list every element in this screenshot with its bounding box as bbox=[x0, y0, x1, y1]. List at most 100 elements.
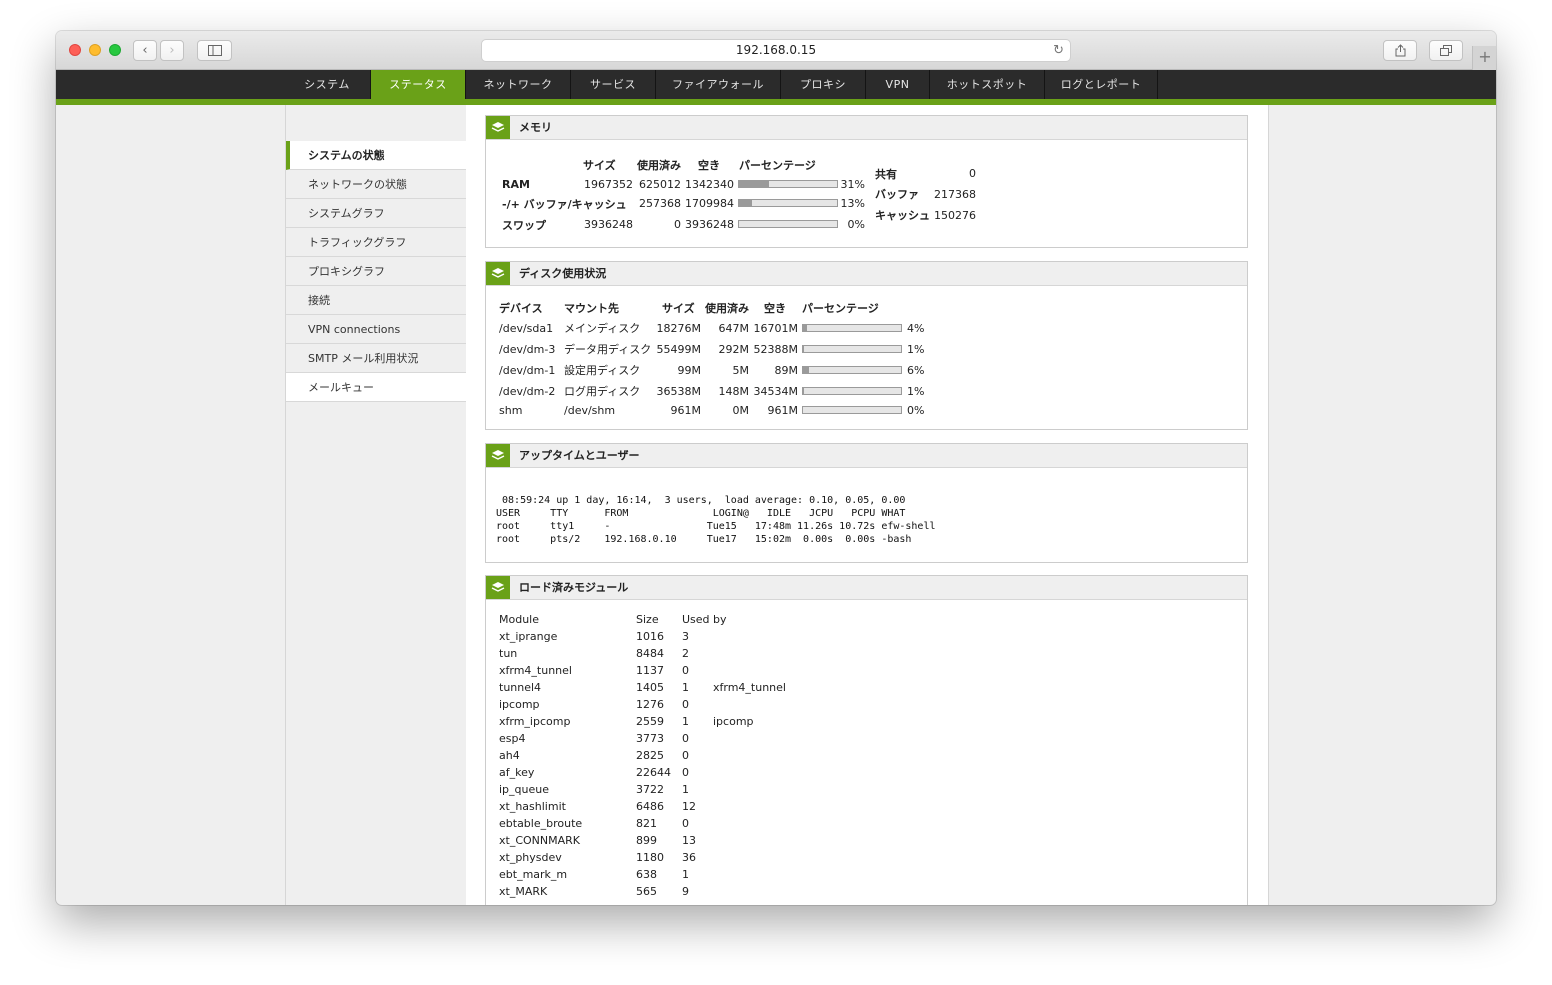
sidebar-item-proxy-graphs[interactable]: プロキシグラフ bbox=[286, 257, 466, 286]
tabs-icon bbox=[1440, 45, 1452, 56]
sidebar-item-vpn-connections[interactable]: VPN connections bbox=[286, 315, 466, 344]
sidebar-item-mail-queue[interactable]: メールキュー bbox=[286, 373, 466, 402]
sidebar-item-system-status[interactable]: システムの状態 bbox=[286, 141, 466, 170]
panel-header: ディスク使用状況 bbox=[486, 262, 1247, 286]
module-use-count: 0 bbox=[682, 817, 689, 830]
module-use-count: 0 bbox=[682, 766, 689, 779]
disk-usage-bar bbox=[802, 406, 902, 414]
module-used-by: ipcomp bbox=[713, 715, 754, 728]
disk-percentage: 6% bbox=[907, 364, 925, 377]
swap-usage-bar bbox=[738, 220, 838, 228]
module-use-count: 12 bbox=[682, 800, 696, 813]
ram-free: 1342340 bbox=[685, 178, 734, 191]
ram-used: 625012 bbox=[639, 178, 681, 191]
disk-free: 34534M bbox=[753, 385, 798, 398]
sidebar-item-network-status[interactable]: ネットワークの状態 bbox=[286, 170, 466, 199]
nav-services[interactable]: サービス bbox=[571, 70, 656, 99]
disk-device: /dev/sda1 bbox=[499, 322, 554, 335]
module-use-count: 1 bbox=[682, 681, 689, 694]
module-size: 1137 bbox=[636, 664, 664, 677]
disk-mount: データ用ディスク bbox=[564, 343, 652, 356]
disk-size: 961M bbox=[670, 404, 702, 417]
module-size: 638 bbox=[636, 868, 657, 881]
col-header-free: 空き bbox=[698, 159, 720, 172]
panel-header: アップタイムとユーザー bbox=[486, 444, 1247, 468]
disk-usage-bar bbox=[802, 366, 902, 374]
tabs-overview-button[interactable] bbox=[1429, 40, 1463, 61]
nav-system[interactable]: システム bbox=[284, 70, 371, 99]
share-button[interactable] bbox=[1383, 40, 1417, 61]
disk-used: 647M bbox=[718, 322, 750, 335]
close-window-button[interactable] bbox=[69, 44, 81, 56]
page-content: システムの状態 ネットワークの状態 システムグラフ トラフィックグラフ プロキシ… bbox=[285, 105, 1269, 905]
ram-percentage: 31% bbox=[840, 178, 865, 191]
disk-size: 99M bbox=[677, 364, 702, 377]
col-header-used-by: Used by bbox=[682, 613, 727, 626]
row-label-swap: スワップ bbox=[502, 219, 546, 232]
layers-icon bbox=[486, 444, 510, 467]
sidebar-item-traffic-graphs[interactable]: トラフィックグラフ bbox=[286, 228, 466, 257]
user-session-line: root tty1 - Tue15 17:48m 11.26s 10.72s e… bbox=[496, 521, 936, 532]
nav-network[interactable]: ネットワーク bbox=[466, 70, 571, 99]
col-header-percentage: パーセンテージ bbox=[739, 159, 816, 172]
module-name: xt_CONNMARK bbox=[499, 834, 580, 847]
module-size: 8484 bbox=[636, 647, 664, 660]
buffers-cache-free: 1709984 bbox=[685, 197, 734, 210]
reload-icon[interactable]: ↻ bbox=[1053, 40, 1064, 61]
disk-used: 292M bbox=[718, 343, 750, 356]
panel-header: メモリ bbox=[486, 116, 1247, 140]
disk-free: 961M bbox=[767, 404, 799, 417]
module-name: xt_iprange bbox=[499, 630, 558, 643]
disk-used: 5M bbox=[732, 364, 750, 377]
disk-percentage: 1% bbox=[907, 343, 925, 356]
swap-size: 3936248 bbox=[584, 218, 633, 231]
layers-icon bbox=[486, 116, 510, 139]
minimize-window-button[interactable] bbox=[89, 44, 101, 56]
sidebar-item-connections[interactable]: 接続 bbox=[286, 286, 466, 315]
nav-vpn[interactable]: VPN bbox=[866, 70, 930, 99]
module-size: 22644 bbox=[636, 766, 671, 779]
nav-proxy[interactable]: プロキシ bbox=[781, 70, 866, 99]
buffers-value: 217368 bbox=[934, 188, 976, 201]
nav-hotspot[interactable]: ホットスポット bbox=[930, 70, 1045, 99]
module-name: tun bbox=[499, 647, 518, 660]
chevron-left-icon: ‹ bbox=[142, 43, 148, 58]
col-header-device: デバイス bbox=[499, 302, 543, 315]
zoom-window-button[interactable] bbox=[109, 44, 121, 56]
sidebar-item-smtp-usage[interactable]: SMTP メール利用状況 bbox=[286, 344, 466, 373]
module-size: 1276 bbox=[636, 698, 664, 711]
module-use-count: 9 bbox=[682, 885, 689, 898]
shared-value: 0 bbox=[969, 167, 976, 180]
module-size: 899 bbox=[636, 834, 657, 847]
disk-free: 52388M bbox=[753, 343, 798, 356]
module-use-count: 0 bbox=[682, 698, 689, 711]
nav-status[interactable]: ステータス bbox=[371, 70, 466, 99]
module-used-by: xfrm4_tunnel bbox=[713, 681, 786, 694]
nav-firewall[interactable]: ファイアウォール bbox=[656, 70, 781, 99]
sidebar-toggle-button[interactable] bbox=[197, 40, 232, 61]
disk-size: 36538M bbox=[656, 385, 701, 398]
nav-logs-reports[interactable]: ログとレポート bbox=[1045, 70, 1158, 99]
module-name: xfrm_ipcomp bbox=[499, 715, 571, 728]
col-header-size: サイズ bbox=[662, 302, 695, 315]
module-use-count: 3 bbox=[682, 630, 689, 643]
buffers-label: バッファ bbox=[875, 188, 919, 201]
new-tab-button[interactable]: + bbox=[1472, 46, 1496, 70]
shared-label: 共有 bbox=[875, 168, 897, 181]
swap-percentage: 0% bbox=[847, 218, 865, 231]
module-size: 1405 bbox=[636, 681, 664, 694]
address-bar[interactable]: 192.168.0.15 ↻ bbox=[481, 39, 1071, 62]
module-use-count: 0 bbox=[682, 732, 689, 745]
sidebar-item-system-graphs[interactable]: システムグラフ bbox=[286, 199, 466, 228]
layers-icon bbox=[486, 576, 510, 599]
module-use-count: 0 bbox=[682, 664, 689, 677]
module-size: 1016 bbox=[636, 630, 664, 643]
module-name: ip_queue bbox=[499, 783, 549, 796]
back-button[interactable]: ‹ bbox=[133, 40, 157, 61]
disk-mount: メインディスク bbox=[564, 322, 641, 335]
layers-icon bbox=[486, 262, 510, 285]
module-use-count: 13 bbox=[682, 834, 696, 847]
cache-label: キャッシュ bbox=[875, 209, 930, 222]
forward-button[interactable]: › bbox=[160, 40, 184, 61]
plus-icon: + bbox=[1478, 47, 1492, 66]
